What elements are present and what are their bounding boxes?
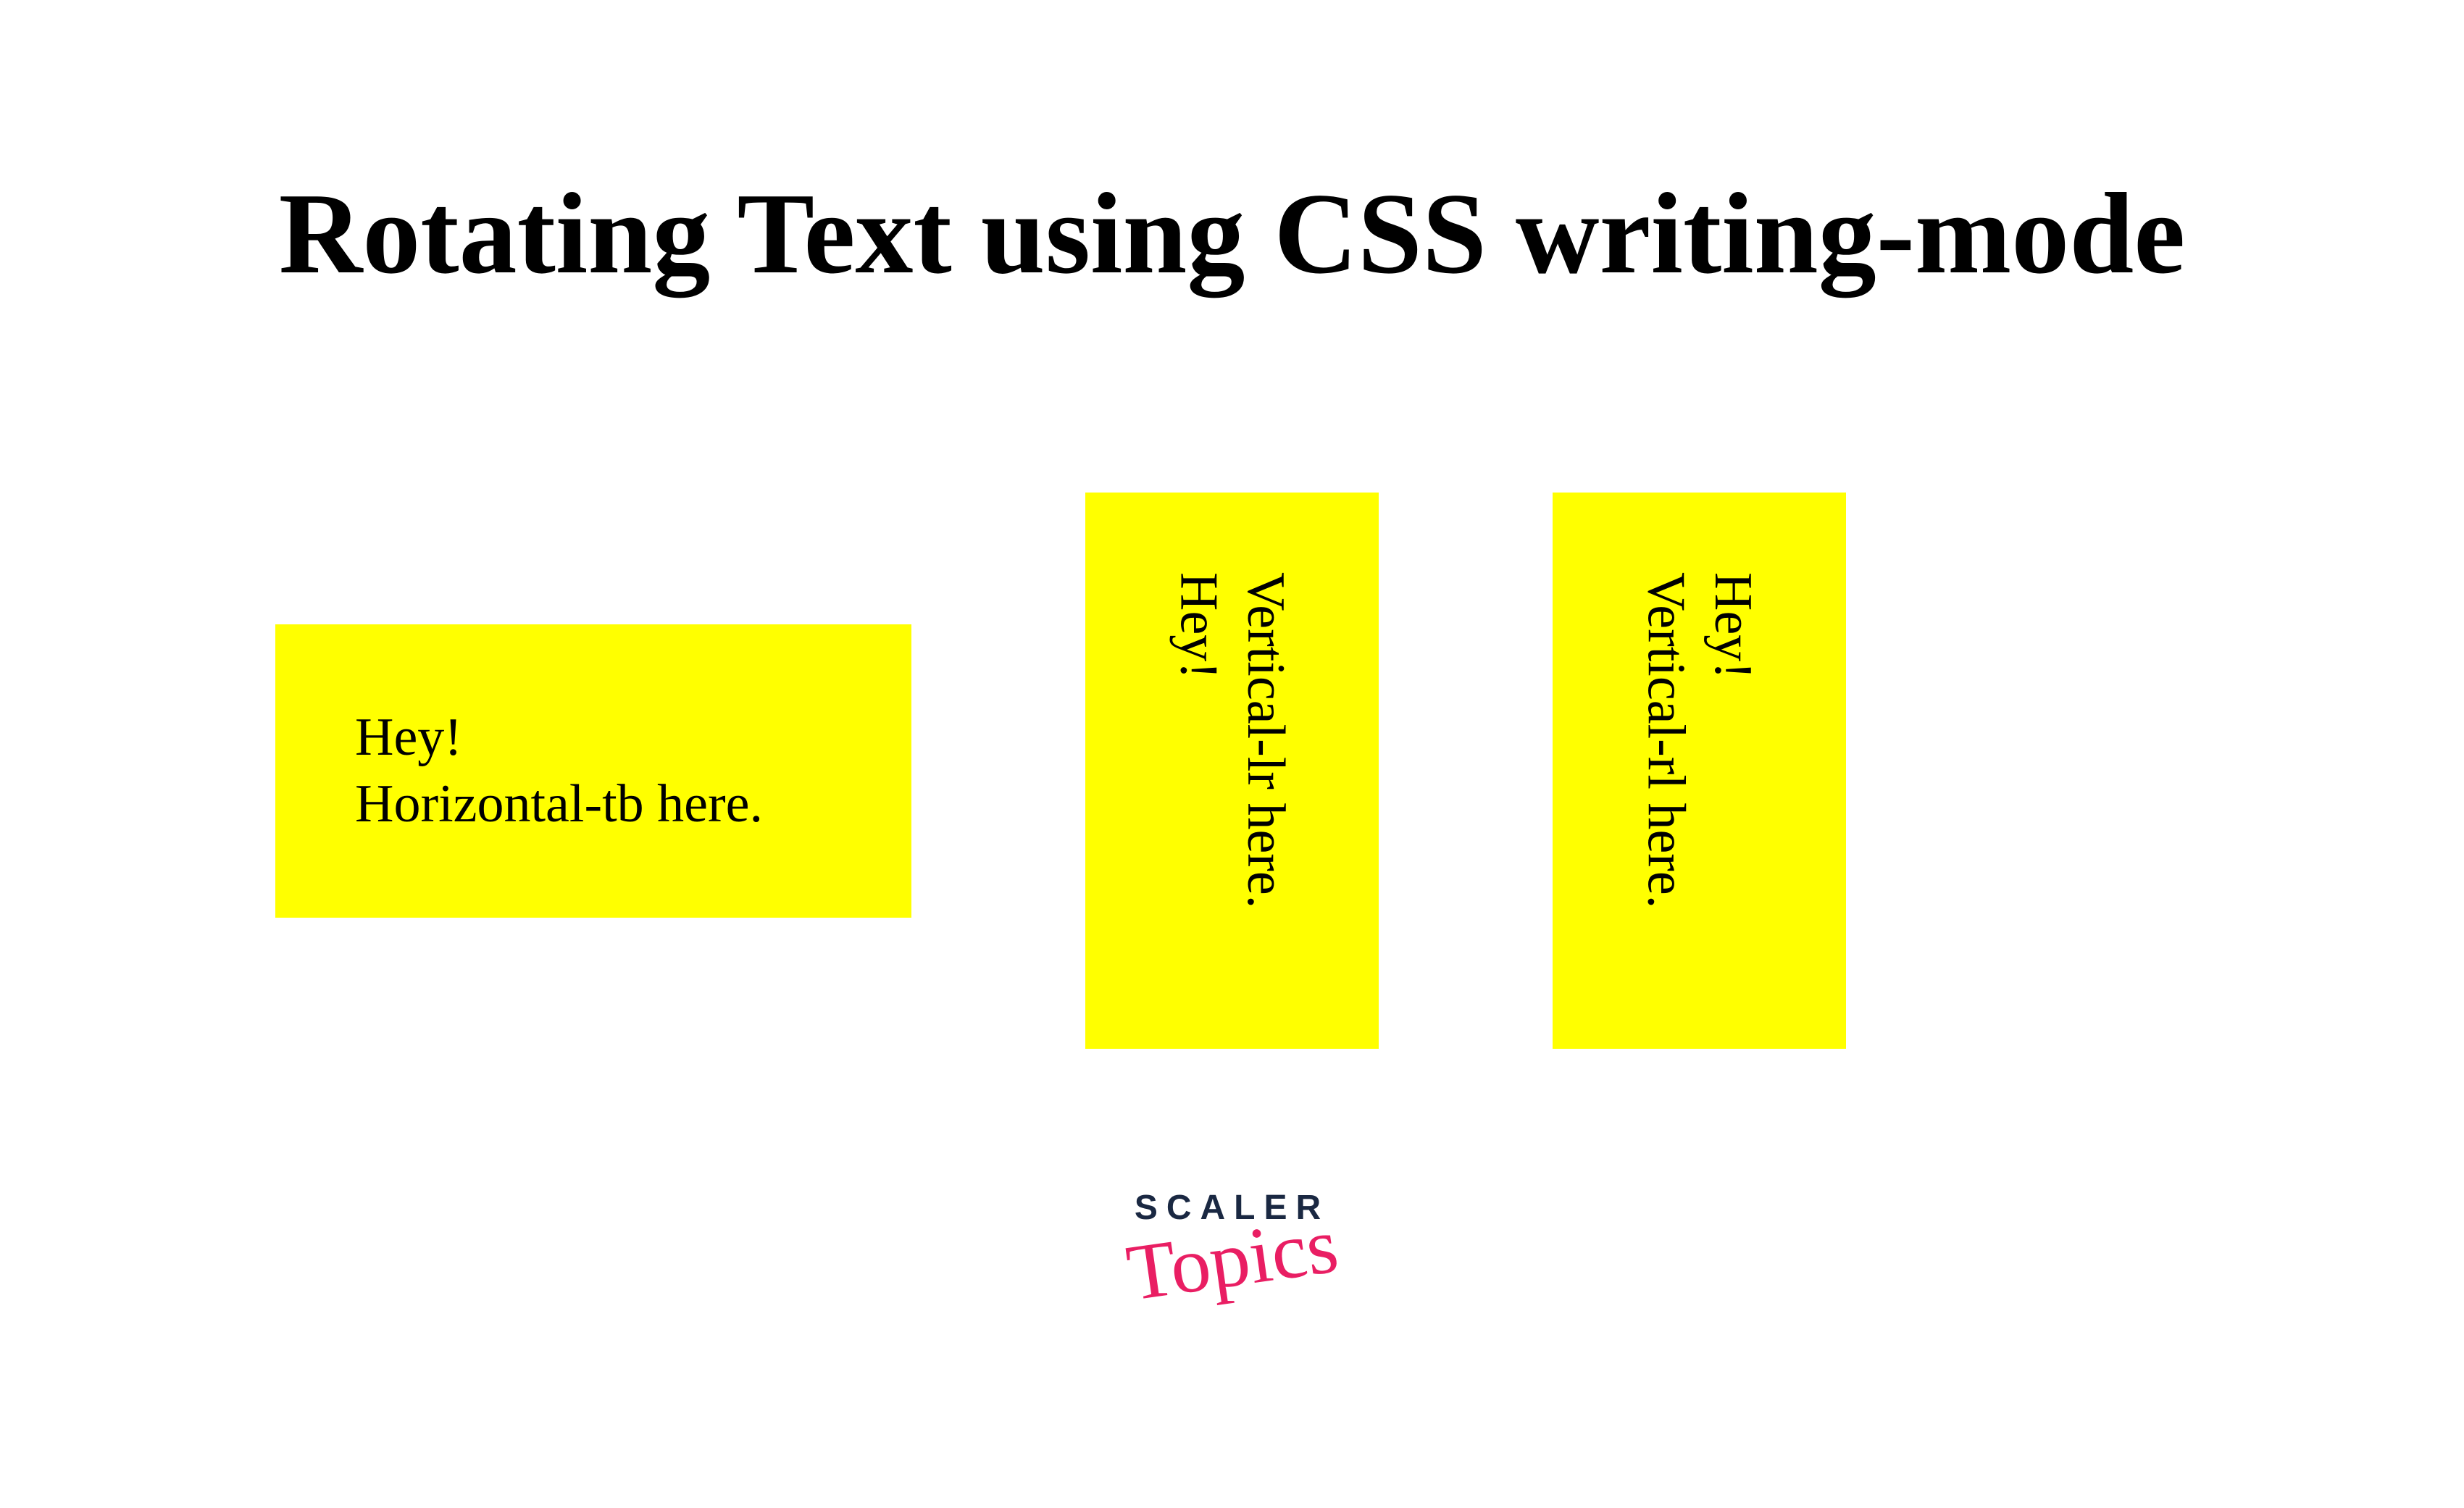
box-line2: Vertical-lr here. [1236,572,1295,908]
box-line1: Hey! [355,708,462,767]
box-line2: Horizontal-tb here. [355,774,763,834]
box-line1: Hey! [1703,572,1763,679]
box-vertical-lr: Hey! Vertical-lr here. [1085,493,1379,1049]
box-vertical-rl: Hey! Vertical-rl here. [1553,493,1846,1049]
box-line1: Hey! [1169,572,1229,679]
page-heading: Rotating Text using CSS writing-mode [0,167,2464,301]
scaler-topics-logo: SCALER Topics [1127,1188,1338,1305]
box-horizontal-tb: Hey! Horizontal-tb here. [275,624,911,918]
box-line2: Vertical-rl here. [1637,572,1696,908]
demo-boxes-row: Hey! Horizontal-tb here. Hey! Vertical-l… [0,493,2464,1049]
